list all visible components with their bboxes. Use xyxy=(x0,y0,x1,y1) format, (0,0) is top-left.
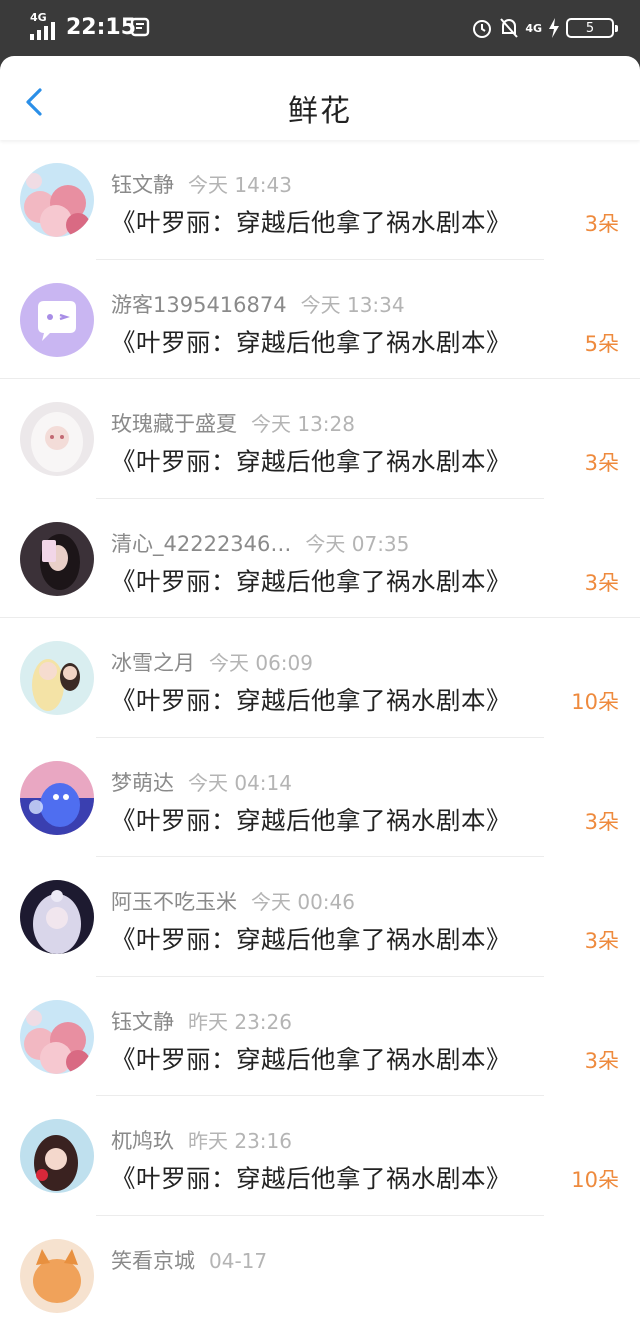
book-title: 《叶罗丽：穿越后他拿了祸水剧本》 xyxy=(111,204,511,239)
flower-count: 5朵 xyxy=(585,328,619,358)
list-item[interactable]: 玫瑰藏于盛夏今天 13:28 《叶罗丽：穿越后他拿了祸水剧本》 3朵 xyxy=(0,379,640,499)
charging-icon xyxy=(548,18,560,38)
sender-line: 梦萌达今天 04:14 xyxy=(111,767,292,797)
list-item[interactable]: 梦萌达今天 04:14 《叶罗丽：穿越后他拿了祸水剧本》 3朵 xyxy=(0,738,640,858)
avatar[interactable] xyxy=(20,1119,94,1193)
send-time: 今天 13:28 xyxy=(251,412,355,436)
avatar-image xyxy=(20,1000,94,1074)
book-title: 《叶罗丽：穿越后他拿了祸水剧本》 xyxy=(111,1041,511,1076)
avatar[interactable] xyxy=(20,402,94,476)
sender-line: 笑看京城 04-17 xyxy=(111,1245,267,1275)
list-item[interactable]: 清心_42222346… 今天 07:35 《叶罗丽：穿越后他拿了祸水剧本》 3朵 xyxy=(0,499,640,619)
avatar-image xyxy=(20,1119,94,1193)
send-time: 04-17 xyxy=(209,1249,267,1273)
flower-count: 3朵 xyxy=(585,1045,619,1075)
sender-name: 笑看京城 xyxy=(111,1249,195,1273)
send-time: 昨天 23:16 xyxy=(188,1129,292,1153)
sender-name: 梦萌达 xyxy=(111,771,174,795)
sender-name: 游客1395416874 xyxy=(111,293,287,317)
sender-name: 玫瑰藏于盛夏 xyxy=(111,412,237,436)
send-time: 今天 06:09 xyxy=(209,651,313,675)
sender-line: 清心_42222346… 今天 07:35 xyxy=(111,528,409,558)
send-time: 今天 14:43 xyxy=(188,173,292,197)
sender-line: 冰雪之月今天 06:09 xyxy=(111,647,313,677)
sender-name: 钰文静 xyxy=(111,1010,174,1034)
flower-count: 3朵 xyxy=(585,447,619,477)
signal-icon xyxy=(30,14,58,40)
book-title: 《叶罗丽：穿越后他拿了祸水剧本》 xyxy=(111,802,511,837)
flower-count: 3朵 xyxy=(585,925,619,955)
avatar[interactable] xyxy=(20,761,94,835)
book-title: 《叶罗丽：穿越后他拿了祸水剧本》 xyxy=(111,443,511,478)
flower-list: 钰文静今天 14:43 《叶罗丽：穿越后他拿了祸水剧本》 3朵 游客139541… xyxy=(0,140,640,1335)
sender-line: 游客1395416874 今天 13:34 xyxy=(111,289,405,319)
send-time: 今天 07:35 xyxy=(305,532,409,556)
mute-bell-icon xyxy=(499,17,519,39)
sender-name: 阿玉不吃玉米 xyxy=(111,890,237,914)
send-time: 今天 13:34 xyxy=(301,293,405,317)
list-item[interactable]: 阿玉不吃玉米今天 00:46 《叶罗丽：穿越后他拿了祸水剧本》 3朵 xyxy=(0,857,640,977)
sender-name: 钰文静 xyxy=(111,173,174,197)
book-title: 《叶罗丽：穿越后他拿了祸水剧本》 xyxy=(111,682,511,717)
avatar-image xyxy=(20,761,94,835)
list-item[interactable]: 钰文静今天 14:43 《叶罗丽：穿越后他拿了祸水剧本》 3朵 xyxy=(0,140,640,260)
list-item[interactable]: 钰文静昨天 23:26 《叶罗丽：穿越后他拿了祸水剧本》 3朵 xyxy=(0,977,640,1097)
chat-bubble-icon xyxy=(20,283,94,357)
sender-name: 杌鸠玖 xyxy=(111,1129,174,1153)
avatar-image xyxy=(20,880,94,954)
network-type: 4G xyxy=(525,23,542,34)
book-title: 《叶罗丽：穿越后他拿了祸水剧本》 xyxy=(111,324,511,359)
avatar-image xyxy=(20,522,94,596)
book-title: 《叶罗丽：穿越后他拿了祸水剧本》 xyxy=(111,563,511,598)
flower-count: 3朵 xyxy=(585,208,619,238)
list-item[interactable]: 杌鸠玖昨天 23:16 《叶罗丽：穿越后他拿了祸水剧本》 10朵 xyxy=(0,1096,640,1216)
sender-line: 杌鸠玖昨天 23:16 xyxy=(111,1125,292,1155)
avatar[interactable] xyxy=(20,163,94,237)
avatar[interactable] xyxy=(20,522,94,596)
avatar-image xyxy=(20,163,94,237)
list-item[interactable]: 冰雪之月今天 06:09 《叶罗丽：穿越后他拿了祸水剧本》 10朵 xyxy=(0,618,640,738)
battery-icon: 5 xyxy=(566,18,614,38)
sender-name: 冰雪之月 xyxy=(111,651,195,675)
flower-count: 10朵 xyxy=(571,686,619,716)
status-bar: 4G 22:15 4G 5 xyxy=(0,0,640,56)
app-header: 鲜花 xyxy=(0,56,640,140)
status-right: 4G 5 xyxy=(471,14,614,42)
sender-line: 阿玉不吃玉米今天 00:46 xyxy=(111,886,355,916)
avatar[interactable] xyxy=(20,283,94,357)
send-time: 今天 04:14 xyxy=(188,771,292,795)
flower-count: 3朵 xyxy=(585,806,619,836)
book-title: 《叶罗丽：穿越后他拿了祸水剧本》 xyxy=(111,921,511,956)
notification-icon xyxy=(130,16,152,38)
avatar[interactable] xyxy=(20,1000,94,1074)
flower-count: 3朵 xyxy=(585,567,619,597)
send-time: 今天 00:46 xyxy=(251,890,355,914)
avatar[interactable] xyxy=(20,880,94,954)
list-item[interactable]: 笑看京城 04-17 xyxy=(0,1216,640,1335)
book-title: 《叶罗丽：穿越后他拿了祸水剧本》 xyxy=(111,1160,511,1195)
battery-level: 5 xyxy=(586,21,594,36)
avatar-image xyxy=(20,402,94,476)
send-time: 昨天 23:26 xyxy=(188,1010,292,1034)
sender-line: 钰文静今天 14:43 xyxy=(111,169,292,199)
page-title: 鲜花 xyxy=(0,86,640,130)
sender-name: 清心_42222346… xyxy=(111,532,291,556)
sender-line: 玫瑰藏于盛夏今天 13:28 xyxy=(111,408,355,438)
sender-line: 钰文静昨天 23:26 xyxy=(111,1006,292,1036)
list-item[interactable]: 游客1395416874 今天 13:34 《叶罗丽：穿越后他拿了祸水剧本》 5朵 xyxy=(0,260,640,380)
clock: 22:15 xyxy=(66,15,136,40)
avatar[interactable] xyxy=(20,641,94,715)
flower-count: 10朵 xyxy=(571,1164,619,1194)
avatar-image xyxy=(20,641,94,715)
alarm-icon xyxy=(471,17,493,39)
